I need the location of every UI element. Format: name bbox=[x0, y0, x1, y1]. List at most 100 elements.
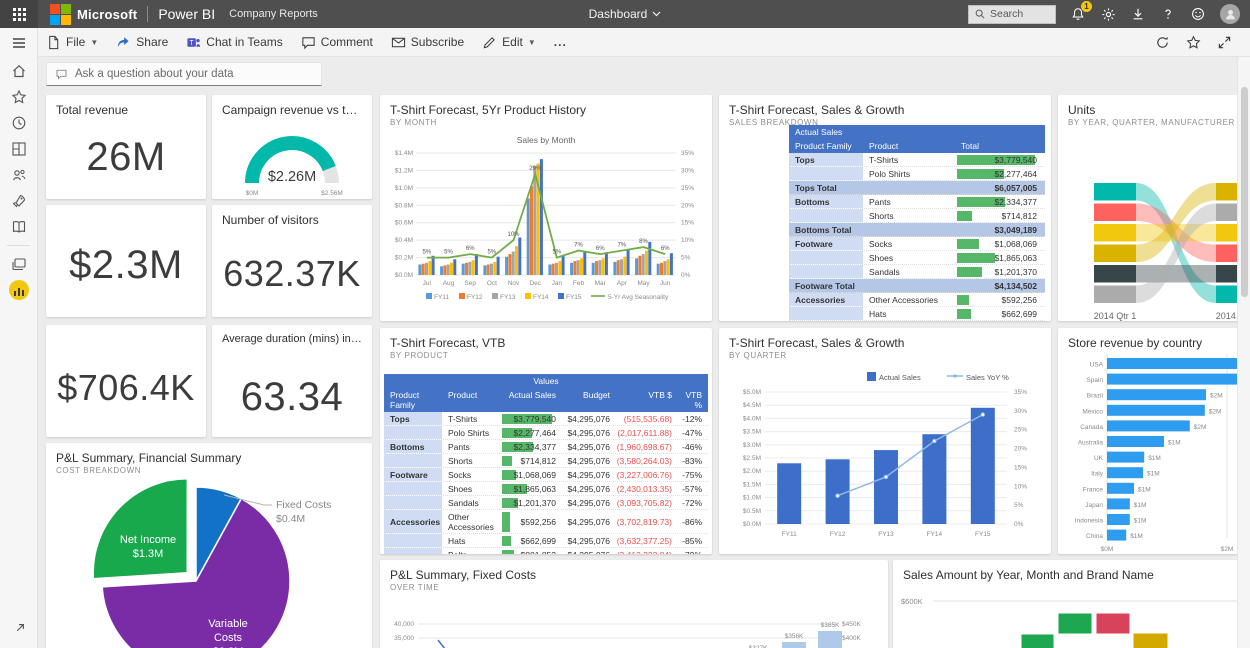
table-total-row[interactable]: Bottoms Total $3,049,189 bbox=[789, 223, 1045, 237]
tile-sales-growth-quarter[interactable]: T-Shirt Forecast, Sales & Growth BY QUAR… bbox=[719, 328, 1051, 554]
current-workspace-avatar[interactable] bbox=[0, 277, 38, 303]
combo-chart[interactable]: Sales by Month $0.0M 0% $0.2M 5% $0.4M 10% $0.6… bbox=[380, 133, 712, 311]
notifications-bell-icon[interactable]: 1 bbox=[1070, 1, 1092, 22]
svg-text:2014 Qtr 1: 2014 Qtr 1 bbox=[1094, 311, 1137, 321]
breadcrumb[interactable]: Company Reports bbox=[229, 8, 318, 20]
table-row[interactable]: Polo Shirts $2,277,464 $4,295,076 (2,017… bbox=[384, 426, 708, 440]
table-row[interactable]: Shoes $1,865,063 bbox=[789, 251, 1045, 265]
svg-text:FY13: FY13 bbox=[878, 531, 894, 538]
svg-text:$0M: $0M bbox=[1101, 546, 1114, 553]
svg-text:Feb: Feb bbox=[573, 280, 585, 287]
ribbon-chart[interactable]: 2014 Qtr 12014 Qtr 22 bbox=[1058, 127, 1237, 321]
table-row[interactable]: Sandals $1,201,370 $4,295,076 (3,093,705… bbox=[384, 496, 708, 510]
help-icon[interactable] bbox=[1160, 6, 1176, 22]
table-row[interactable]: Shorts $714,812 $4,295,076 (3,580,264.03… bbox=[384, 454, 708, 468]
table-row[interactable]: Accessories Other Accessories $592,256 $… bbox=[384, 510, 708, 534]
powerbi-wordmark[interactable]: Power BI bbox=[158, 6, 215, 22]
settings-gear-icon[interactable] bbox=[1100, 6, 1116, 22]
vtb-table[interactable]: Values Product Family Product Actual Sales B… bbox=[384, 374, 708, 554]
tile-store-revenue[interactable]: Store revenue by country USA Spain Brazil $… bbox=[1058, 328, 1237, 554]
svg-text:Nov: Nov bbox=[508, 280, 520, 287]
table-row[interactable]: Shoes $1,865,063 $4,295,076 (2,430,013.3… bbox=[384, 482, 708, 496]
file-menu-button[interactable]: File ▼ bbox=[46, 35, 98, 50]
hamburger-menu-icon[interactable] bbox=[0, 28, 38, 58]
pie-chart[interactable]: Net Income$1.3MVariableCosts$3.3MFixed C… bbox=[46, 477, 372, 648]
qna-input[interactable]: Ask a question about your data bbox=[46, 62, 322, 86]
home-icon[interactable] bbox=[0, 58, 38, 84]
learn-icon[interactable] bbox=[0, 214, 38, 240]
favorites-icon[interactable] bbox=[0, 84, 38, 110]
tile-vtb-table[interactable]: T-Shirt Forecast, VTB BY PRODUCT Values P… bbox=[380, 328, 712, 554]
more-options-button[interactable]: ... bbox=[554, 35, 567, 49]
waterfall-chart[interactable]: $600K bbox=[893, 588, 1237, 648]
refresh-icon[interactable] bbox=[1155, 35, 1170, 50]
tile-sales-breakdown-table[interactable]: T-Shirt Forecast, Sales & Growth SALES B… bbox=[719, 95, 1051, 321]
svg-text:$1.4M: $1.4M bbox=[395, 150, 413, 157]
table-row[interactable]: Shorts $714,812 bbox=[789, 209, 1045, 223]
person-icon bbox=[1225, 9, 1235, 19]
table-row[interactable]: Hats $662,699 bbox=[789, 307, 1045, 321]
table-column-headers: Product Family Product Total bbox=[789, 139, 1045, 153]
waffle-menu-icon[interactable] bbox=[0, 0, 38, 28]
svg-text:5%: 5% bbox=[552, 250, 561, 256]
table-row[interactable]: Bottoms Pants $2,334,377 bbox=[789, 195, 1045, 209]
workspaces-icon[interactable] bbox=[0, 251, 38, 277]
svg-text:Fixed Costs: Fixed Costs bbox=[276, 499, 331, 511]
tile-subtitle: BY MONTH bbox=[390, 118, 437, 127]
tile-sales-amount-waterfall[interactable]: Sales Amount by Year, Month and Brand Na… bbox=[893, 560, 1237, 648]
search-input[interactable]: Search bbox=[968, 4, 1056, 24]
table-total-row[interactable]: Footware Total $4,134,502 bbox=[789, 279, 1045, 293]
table-row[interactable]: Belts $881,853 $4,295,076 (3,413,222.84)… bbox=[384, 548, 708, 554]
external-link-icon[interactable] bbox=[0, 616, 38, 642]
comment-button[interactable]: Comment bbox=[301, 35, 373, 50]
tile-campaign-gauge[interactable]: Campaign revenue vs target $2.26M $0M $2… bbox=[212, 95, 372, 199]
user-avatar[interactable] bbox=[1220, 4, 1240, 24]
svg-text:Jan: Jan bbox=[552, 280, 563, 287]
tile-number-of-visitors[interactable]: Number of visitors 632.37K bbox=[212, 205, 372, 317]
table-row[interactable]: Hats $662,699 $4,295,076 (3,632,377.25) … bbox=[384, 534, 708, 548]
fullscreen-icon[interactable] bbox=[1217, 35, 1232, 50]
favorite-star-icon[interactable] bbox=[1186, 35, 1201, 50]
shared-with-me-icon[interactable] bbox=[0, 162, 38, 188]
subscribe-button[interactable]: Subscribe bbox=[391, 35, 464, 50]
quarter-chart[interactable]: Actual Sales Sales YoY % $0.0M $0.5M $1.0M $1… bbox=[719, 364, 1051, 548]
table-row[interactable]: Footware Socks $1,068,069 bbox=[789, 237, 1045, 251]
table-header: Values bbox=[384, 374, 708, 388]
recent-icon[interactable] bbox=[0, 110, 38, 136]
table-row[interactable]: Sandals $1,201,370 bbox=[789, 265, 1045, 279]
table-row[interactable]: Accessories Other Accessories $592,256 bbox=[789, 293, 1045, 307]
scrollbar-thumb[interactable] bbox=[1241, 87, 1248, 297]
tile-units-ribbon[interactable]: Units BY YEAR, QUARTER, MANUFACTURER 201… bbox=[1058, 95, 1237, 321]
tile-revenue-kpi[interactable]: $2.3M bbox=[46, 205, 206, 317]
apps-icon[interactable] bbox=[0, 136, 38, 162]
table-row[interactable]: Tops T-Shirts $3,779,540 bbox=[789, 153, 1045, 167]
table-row[interactable]: Footware Socks $1,068,069 $4,295,076 (3,… bbox=[384, 468, 708, 482]
tile-average-duration[interactable]: Average duration (mins) in s... 63.34 bbox=[212, 325, 372, 437]
tile-other-kpi[interactable]: $706.4K bbox=[46, 325, 206, 437]
table-row[interactable]: Tops T-Shirts $3,779,540 $4,295,076 (515… bbox=[384, 412, 708, 426]
tile-5yr-product-history[interactable]: T-Shirt Forecast, 5Yr Product History BY… bbox=[380, 95, 712, 321]
fixed-costs-chart[interactable]: 40,000$450K35,000$400K$350K$327K$356K$38… bbox=[380, 596, 888, 648]
table-row[interactable]: Bottoms Pants $2,334,377 $4,295,076 (1,9… bbox=[384, 440, 708, 454]
svg-text:USA: USA bbox=[1090, 362, 1104, 369]
store-revenue-chart[interactable]: USA Spain Brazil $2M Mexico $2M Canada $2M Austr… bbox=[1058, 352, 1237, 554]
table-total-row[interactable]: Tops Total $6,057,005 bbox=[789, 181, 1045, 195]
tile-subtitle: BY PRODUCT bbox=[390, 351, 449, 360]
tile-pnl-financial-summary[interactable]: P&L Summary, Financial Summary COST BREA… bbox=[46, 443, 372, 648]
table-row[interactable]: Polo Shirts $2,277,464 bbox=[789, 167, 1045, 181]
scrollbar-track[interactable] bbox=[1237, 57, 1250, 648]
microsoft-logo[interactable]: Microsoft bbox=[50, 3, 137, 25]
chat-in-teams-button[interactable]: T Chat in Teams bbox=[186, 35, 283, 50]
tile-total-revenue[interactable]: Total revenue 26M bbox=[46, 95, 206, 199]
deployment-pipelines-icon[interactable] bbox=[0, 188, 38, 214]
share-button[interactable]: Share bbox=[116, 35, 168, 50]
tile-pnl-fixed-costs[interactable]: P&L Summary, Fixed Costs OVER TIME 40,00… bbox=[380, 560, 888, 648]
svg-text:$1.0M: $1.0M bbox=[395, 185, 413, 192]
feedback-smiley-icon[interactable] bbox=[1190, 6, 1206, 22]
download-icon[interactable] bbox=[1130, 6, 1146, 22]
edit-button[interactable]: Edit ▼ bbox=[482, 35, 536, 50]
svg-text:40,000: 40,000 bbox=[394, 621, 414, 628]
dashboard-nav-dropdown[interactable]: Dashboard bbox=[589, 7, 662, 21]
svg-text:5%: 5% bbox=[681, 255, 691, 262]
sales-breakdown-table[interactable]: Actual Sales Product Family Product Total T… bbox=[789, 125, 1045, 321]
